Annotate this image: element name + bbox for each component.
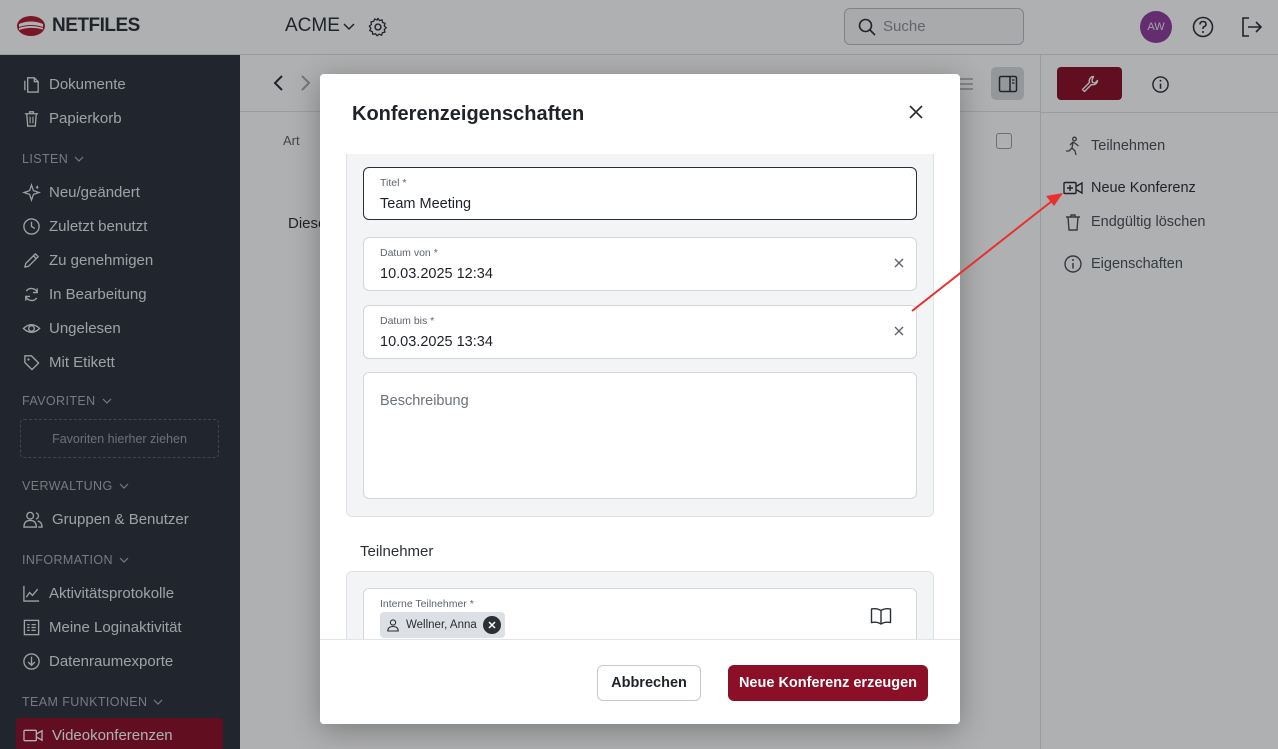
conference-details-group: Titel * Datum von * Datum bis * [346, 154, 934, 517]
close-icon [909, 105, 923, 119]
participant-chip: Wellner, Anna [380, 612, 505, 638]
close-dialog-button[interactable] [908, 104, 924, 120]
close-icon [894, 258, 904, 268]
clear-date-to-button[interactable] [894, 326, 904, 336]
date-to-label: Datum bis * [380, 315, 435, 327]
remove-participant-button[interactable] [482, 616, 501, 634]
person-icon [387, 619, 399, 632]
date-to-input[interactable] [380, 334, 860, 350]
title-field[interactable]: Titel * [363, 167, 917, 220]
address-book-button[interactable] [870, 607, 892, 625]
conference-properties-dialog: Konferenzeigenschaften Titel * Datum von… [320, 74, 960, 724]
close-icon [894, 326, 904, 336]
close-icon [488, 621, 496, 629]
address-book-icon [870, 608, 892, 625]
date-to-field[interactable]: Datum bis * [363, 305, 917, 359]
internal-participants-label: Interne Teilnehmer * [380, 598, 474, 610]
participant-name: Wellner, Anna [406, 619, 477, 631]
dialog-body[interactable]: Titel * Datum von * Datum bis * [320, 154, 960, 639]
internal-participants-field[interactable]: Interne Teilnehmer * Wellner, Anna [363, 588, 917, 639]
description-field[interactable] [363, 372, 917, 499]
cancel-button[interactable]: Abbrechen [597, 665, 701, 701]
create-conference-button[interactable]: Neue Konferenz erzeugen [728, 665, 928, 701]
description-input[interactable] [380, 393, 900, 483]
clear-date-from-button[interactable] [894, 258, 904, 268]
dialog-title: Konferenzeigenschaften [352, 103, 585, 125]
participants-heading: Teilnehmer [360, 543, 434, 560]
dialog-footer: Abbrechen Neue Konferenz erzeugen [320, 639, 960, 724]
participants-group: Interne Teilnehmer * Wellner, Anna [346, 571, 934, 639]
date-from-input[interactable] [380, 266, 860, 282]
date-from-field[interactable]: Datum von * [363, 237, 917, 291]
title-label: Titel * [380, 177, 407, 189]
title-input[interactable] [380, 196, 860, 212]
date-from-label: Datum von * [380, 247, 438, 259]
